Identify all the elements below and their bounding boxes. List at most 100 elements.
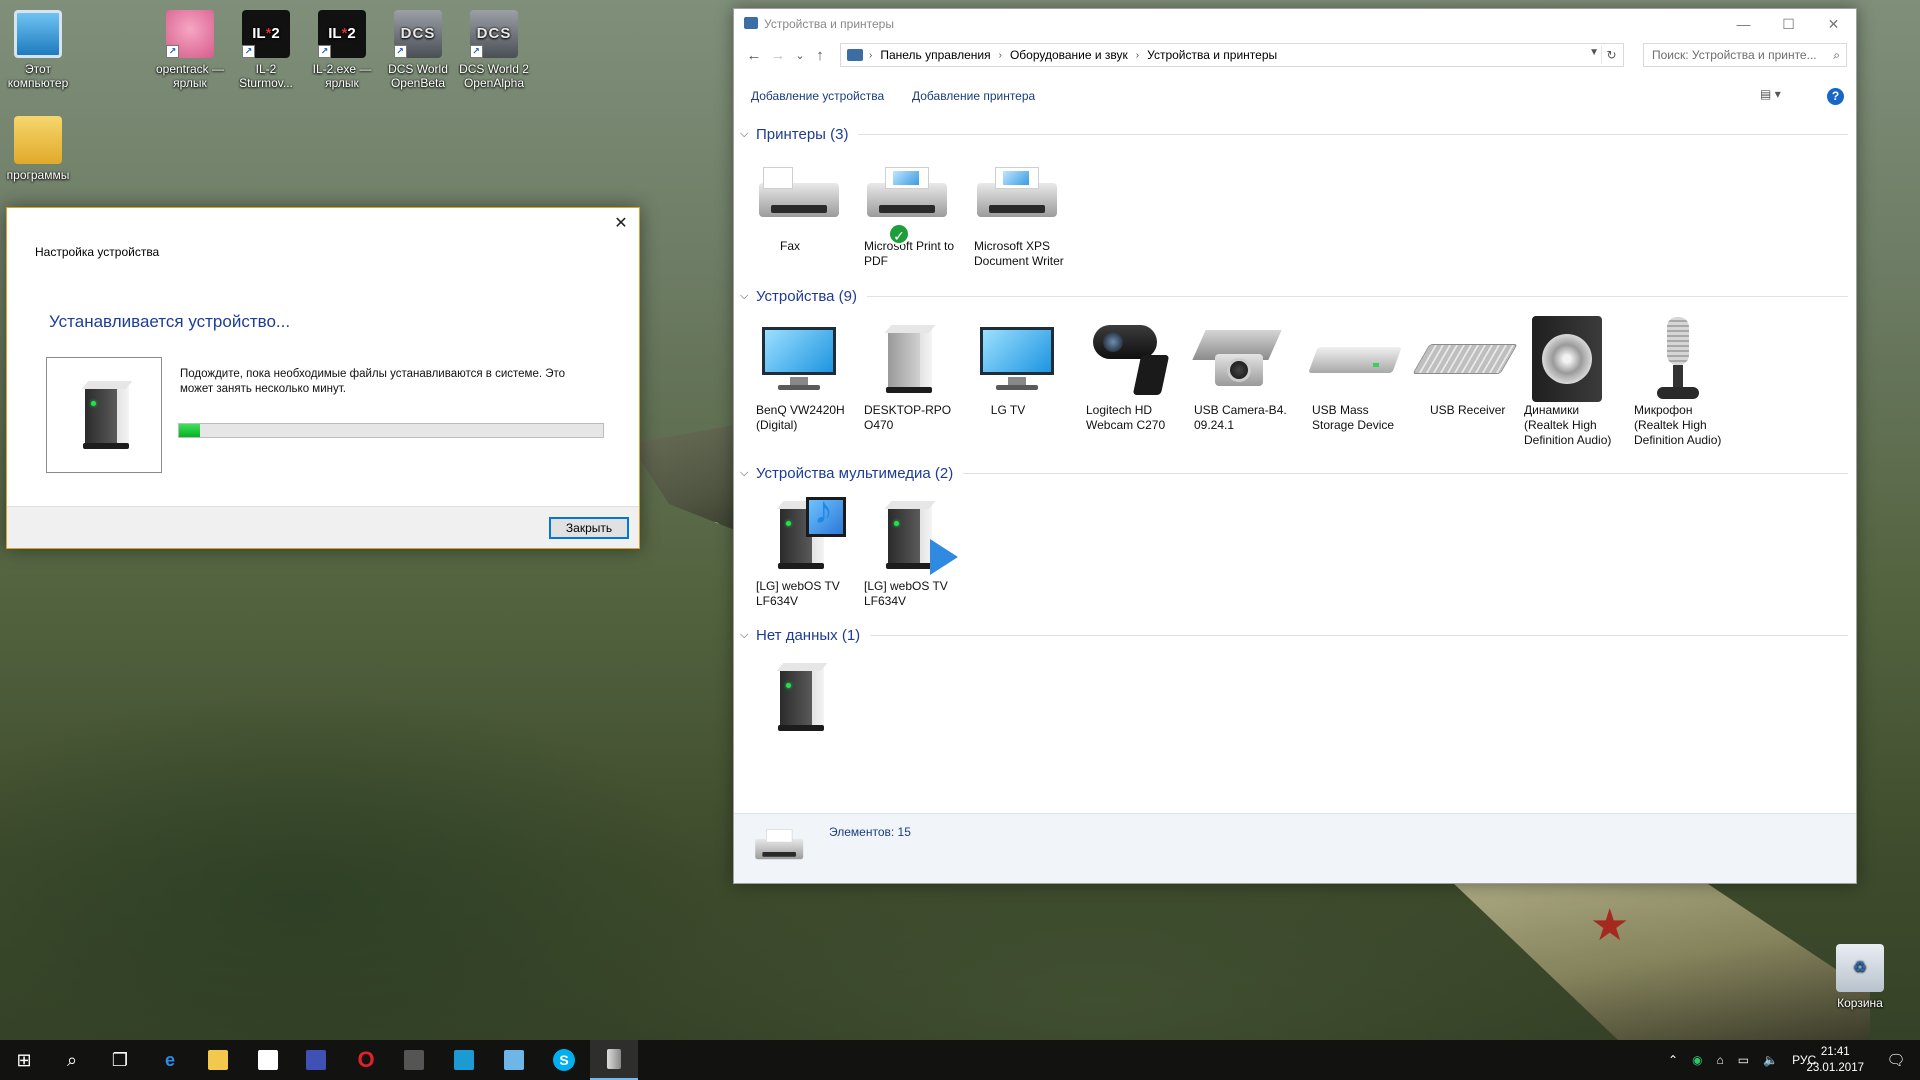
dialog-close-icon[interactable]: ✕ bbox=[609, 212, 633, 236]
desktop-icon-il2-sturmovik[interactable]: IL * 2 ↗ IL-2 Sturmov... bbox=[228, 10, 304, 90]
device-item-webos-tv-media[interactable]: ♪ [LG] webOS TV LF634V bbox=[754, 491, 858, 609]
chevron-up-icon[interactable]: ⌃ bbox=[1668, 1053, 1678, 1067]
group-divider bbox=[870, 634, 1848, 636]
device-item-desktop-pc[interactable]: DESKTOP-RPOO470 bbox=[862, 315, 966, 433]
device-item-lg-tv[interactable]: LG TV bbox=[972, 315, 1076, 418]
window-title: Устройства и принтеры bbox=[764, 17, 894, 31]
device-item-print-to-pdf[interactable]: ✓ Microsoft Print to PDF bbox=[862, 151, 966, 269]
search-input[interactable]: Поиск: Устройства и принте... ⌕ bbox=[1643, 43, 1847, 67]
device-label: USB Camera-B4.09.24.1 bbox=[1194, 403, 1287, 432]
devices-and-printers-window: Устройства и принтеры — ☐ ✕ ← → ⌄ ↑ › Па… bbox=[733, 8, 1857, 884]
action-center-button[interactable]: 🗨 bbox=[1872, 1040, 1920, 1080]
device-label: Микрофон (Realtek High Definition Audio) bbox=[1634, 403, 1722, 447]
control-panel-icon bbox=[847, 49, 863, 61]
desktop-icon-programs-folder[interactable]: программы bbox=[0, 116, 76, 182]
webcam-icon bbox=[1084, 315, 1174, 403]
device-item-microphone[interactable]: Микрофон (Realtek High Definition Audio) bbox=[1632, 315, 1736, 448]
group-header-devices[interactable]: ⌵ Устройства (9) bbox=[740, 286, 1848, 306]
device-item-unknown[interactable] bbox=[754, 653, 858, 741]
start-button[interactable]: ⊞ bbox=[0, 1040, 48, 1080]
volume-icon[interactable]: 🔈 bbox=[1763, 1053, 1778, 1067]
network-app-icon[interactable]: ◉ bbox=[1692, 1053, 1702, 1067]
usb-icon[interactable]: ⌂ bbox=[1717, 1053, 1724, 1067]
taskbar-app[interactable] bbox=[440, 1040, 488, 1080]
back-arrow-icon[interactable]: ← bbox=[744, 45, 764, 67]
device-item-speakers[interactable]: Динамики (Realtek High Definition Audio) bbox=[1522, 315, 1626, 448]
media-renderer-icon bbox=[862, 491, 958, 579]
clock[interactable]: 21:41 23.01.2017 bbox=[1806, 1044, 1864, 1076]
change-view-button[interactable]: ▤ ▾ bbox=[1760, 87, 1798, 107]
device-label: Microsoft XPS Document Writer bbox=[974, 239, 1064, 268]
desktop-icon-dcs-openbeta[interactable]: DCS ↗ DCS World OpenBeta bbox=[380, 10, 456, 90]
store-icon bbox=[258, 1050, 278, 1070]
device-label: Microsoft Print to PDF bbox=[864, 239, 955, 268]
help-icon[interactable]: ? bbox=[1827, 88, 1844, 105]
minimize-button[interactable]: — bbox=[1721, 9, 1766, 39]
taskbar-store[interactable] bbox=[244, 1040, 292, 1080]
desktop-icon-dcs-openalpha[interactable]: DCS ↗ DCS World 2 OpenAlpha bbox=[456, 10, 532, 90]
device-label: USB Receiver bbox=[1430, 403, 1506, 417]
play-icon bbox=[930, 539, 958, 575]
address-dropdown-icon[interactable]: ▼ bbox=[1589, 47, 1599, 58]
device-label: [LG] webOS TV LF634V bbox=[864, 579, 948, 608]
device-item-usb-camera[interactable]: USB Camera-B4.09.24.1 bbox=[1192, 315, 1296, 433]
device-item-xps-writer[interactable]: Microsoft XPS Document Writer bbox=[972, 151, 1076, 269]
desktop-icon-il2-exe[interactable]: IL * 2 ↗ IL-2.exe — ярлык bbox=[304, 10, 380, 90]
device-item-webos-tv-renderer[interactable]: [LG] webOS TV LF634V bbox=[862, 491, 966, 609]
desktop-icon-opentrack[interactable]: ↗ opentrack — ярлык bbox=[152, 10, 228, 90]
taskbar-control-panel[interactable] bbox=[490, 1040, 538, 1080]
device-item-usb-storage[interactable]: USB Mass Storage Device bbox=[1308, 315, 1414, 433]
camera-icon bbox=[1192, 315, 1282, 403]
shortcut-arrow-icon: ↗ bbox=[166, 45, 179, 58]
taskbar-edge[interactable]: e bbox=[146, 1040, 194, 1080]
taskbar-skype[interactable]: S bbox=[540, 1040, 588, 1080]
search-button[interactable]: ⌕ bbox=[48, 1040, 96, 1080]
device-label: USB Mass Storage Device bbox=[1312, 403, 1395, 432]
group-header-nodata[interactable]: ⌵ Нет данных (1) bbox=[740, 625, 1848, 645]
taskbar-save-app[interactable] bbox=[292, 1040, 340, 1080]
desktop-icon-label: IL-2.exe — ярлык bbox=[312, 62, 372, 90]
breadcrumb-hardware-sound[interactable]: Оборудование и звук bbox=[1010, 48, 1128, 62]
taskbar-file-explorer[interactable] bbox=[194, 1040, 242, 1080]
group-divider bbox=[858, 133, 1848, 135]
taskbar: ⊞ ⌕ ❐ e O S ⌃ ◉ ⌂ ▭ 🔈 РУС 21:41 23.01.20… bbox=[0, 1040, 1920, 1080]
computer-icon bbox=[14, 10, 62, 58]
maximize-button[interactable]: ☐ bbox=[1766, 9, 1811, 39]
shortcut-arrow-icon: ↗ bbox=[394, 45, 407, 58]
opentrack-icon: ↗ bbox=[166, 10, 214, 58]
breadcrumb-devices-printers[interactable]: Устройства и принтеры bbox=[1147, 48, 1277, 62]
device-item-fax[interactable]: Fax bbox=[754, 151, 858, 254]
close-window-button[interactable]: ✕ bbox=[1811, 9, 1856, 39]
device-item-usb-receiver[interactable]: USB Receiver bbox=[1412, 315, 1524, 418]
network-icon[interactable]: ▭ bbox=[1738, 1053, 1749, 1067]
refresh-icon[interactable]: ↻ bbox=[1601, 46, 1621, 64]
close-button[interactable]: Закрыть bbox=[549, 517, 629, 539]
taskbar-media-app[interactable] bbox=[390, 1040, 438, 1080]
device-item-benq-monitor[interactable]: BenQ VW2420H (Digital) bbox=[754, 315, 858, 433]
install-progress-bar bbox=[178, 423, 604, 438]
add-device-button[interactable]: Добавление устройства bbox=[751, 89, 884, 103]
group-header-multimedia[interactable]: ⌵ Устройства мультимедиа (2) bbox=[740, 463, 1848, 483]
forward-arrow-icon[interactable]: → bbox=[768, 45, 788, 67]
taskbar-device-setup[interactable] bbox=[590, 1040, 638, 1080]
generic-device-icon bbox=[77, 379, 133, 451]
desktop-icon-recycle-bin[interactable]: ♻ Корзина bbox=[1822, 944, 1898, 1010]
device-item-webcam[interactable]: Logitech HD Webcam C270 bbox=[1084, 315, 1188, 433]
add-printer-button[interactable]: Добавление принтера bbox=[912, 89, 1035, 103]
taskbar-opera[interactable]: O bbox=[342, 1040, 390, 1080]
up-arrow-icon[interactable]: ↑ bbox=[810, 45, 830, 67]
address-bar[interactable]: › Панель управления › Оборудование и зву… bbox=[840, 43, 1624, 67]
floppy-icon bbox=[306, 1050, 326, 1070]
wallpaper-jet-right: ★ bbox=[1450, 880, 1870, 1040]
group-title: Устройства (9) bbox=[756, 287, 857, 305]
task-view-button[interactable]: ❐ bbox=[96, 1040, 144, 1080]
window-titlebar[interactable]: Устройства и принтеры — ☐ ✕ bbox=[734, 9, 1856, 39]
windows-logo-icon: ⊞ bbox=[16, 1049, 32, 1070]
breadcrumb-control-panel[interactable]: Панель управления bbox=[880, 48, 990, 62]
shortcut-arrow-icon: ↗ bbox=[242, 45, 255, 58]
recent-locations-icon[interactable]: ⌄ bbox=[790, 45, 810, 67]
desktop-icon-this-pc[interactable]: Этот компьютер bbox=[0, 10, 76, 90]
group-header-printers[interactable]: ⌵ Принтеры (3) bbox=[740, 124, 1848, 144]
clapperboard-icon bbox=[404, 1050, 424, 1070]
dialog-message: Подождите, пока необходимые файлы устана… bbox=[180, 368, 566, 395]
